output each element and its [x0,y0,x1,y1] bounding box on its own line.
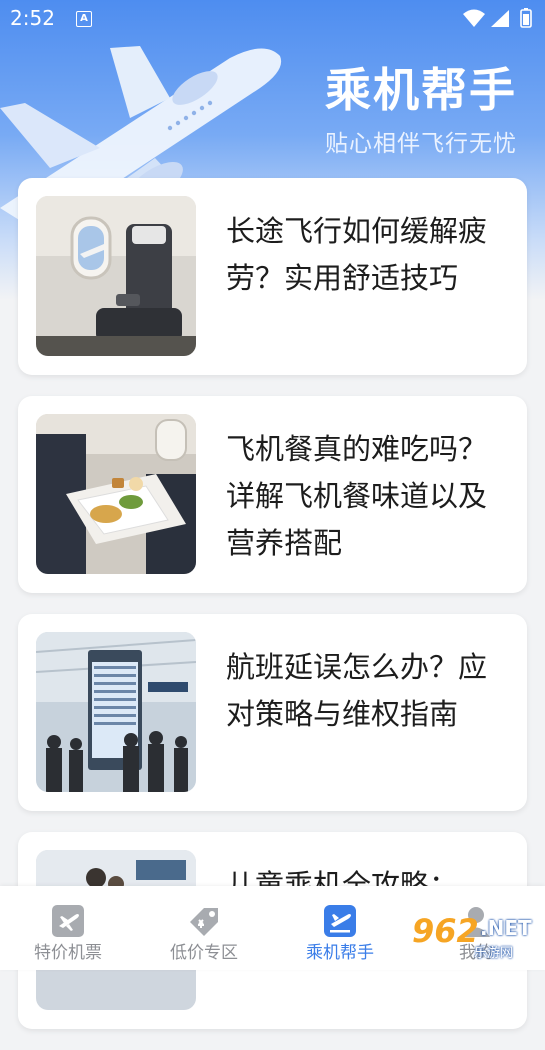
watermark-number: 962 [412,912,479,950]
article-title: 飞机餐真的难吃吗？详解飞机餐味道以及营养搭配 [226,432,488,560]
price-tag-icon [190,908,218,936]
article-title: 长途飞行如何缓解疲劳？实用舒适技巧 [226,214,488,295]
article-card[interactable]: 飞机餐真的难吃吗？详解飞机餐味道以及营养搭配 [18,396,527,593]
watermark-net: .NET [480,916,532,940]
tab-low-price[interactable]: 低价专区 [136,886,272,970]
tab-label: 低价专区 [170,943,238,963]
article-card[interactable]: 航班延误怎么办？应对策略与维权指南 [18,614,527,811]
tab-special-tickets[interactable]: 特价机票 [0,886,136,970]
tab-label: 特价机票 [34,943,102,963]
article-card[interactable]: 长途飞行如何缓解疲劳？实用舒适技巧 [18,178,527,375]
status-time: 2:52 [10,6,55,30]
boarding-icon [324,905,356,937]
page-subtitle: 贴心相伴飞行无忧 [325,131,517,157]
article-thumbnail-seat [36,196,196,356]
plane-ticket-icon [52,905,84,937]
status-bar: 2:52 A [0,0,545,36]
tab-boarding-helper[interactable]: 乘机帮手 [272,886,408,970]
article-thumbnail-meal [36,414,196,574]
notification-icon: A [76,11,92,27]
watermark-site: 乐游网 [474,946,514,961]
wifi-icon [463,9,485,27]
article-title: 航班延误怎么办？应对策略与维权指南 [226,650,488,731]
status-icons [463,8,532,28]
article-thumbnail-airport [36,632,196,792]
tab-label: 乘机帮手 [306,943,374,963]
site-watermark: 962 .NET 乐游网 [408,912,540,962]
signal-icon [491,10,509,27]
page-title: 乘机帮手 [325,63,517,117]
